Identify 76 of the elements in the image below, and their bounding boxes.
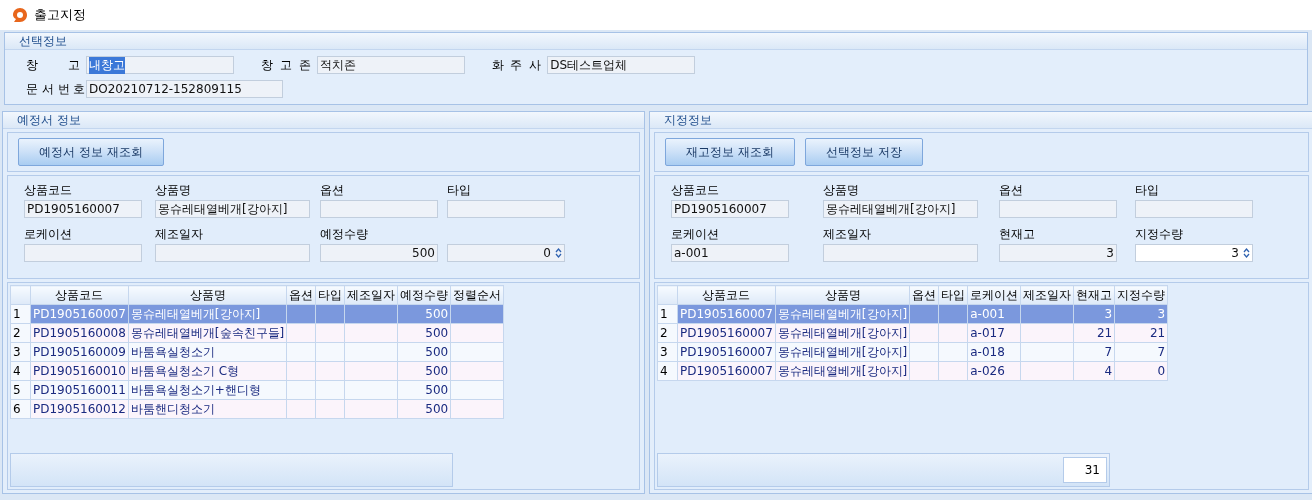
table-row[interactable]: 5 PD1905160011 바툼욕실청소기+핸디형 500 bbox=[10, 380, 504, 400]
toolbar-button[interactable]: 예정서 정보 재조회 bbox=[18, 138, 164, 166]
table-row[interactable]: 2 PD1905160008 몽슈레태열베개[숲속친구들] 500 bbox=[10, 323, 504, 343]
field-label: 옵션 bbox=[999, 182, 1024, 196]
column-header[interactable]: 제조일자 bbox=[344, 285, 398, 305]
input-field[interactable]: 적치존 bbox=[316, 56, 465, 74]
table-row[interactable]: 6 PD1905160012 바툼핸디청소기 500 bbox=[10, 399, 504, 419]
field-label: 현재고 bbox=[999, 226, 1036, 240]
total-field: 31 bbox=[1063, 457, 1107, 483]
field-label: 제조일자 bbox=[155, 226, 204, 240]
input-field[interactable] bbox=[1135, 200, 1253, 218]
spin-field[interactable]: 0 bbox=[447, 244, 565, 262]
input-field[interactable] bbox=[320, 200, 438, 218]
column-header[interactable]: 상품명 bbox=[775, 285, 910, 305]
input-field[interactable] bbox=[155, 244, 310, 262]
input-field[interactable]: 500 bbox=[320, 244, 438, 262]
table-row[interactable]: 3 PD1905160009 바툼욕실청소기 500 bbox=[10, 342, 504, 362]
column-header[interactable]: 현재고 bbox=[1073, 285, 1115, 305]
column-header[interactable]: 타입 bbox=[315, 285, 345, 305]
column-header[interactable]: 상품코드 bbox=[677, 285, 776, 305]
input-field[interactable]: a-001 bbox=[671, 244, 789, 262]
table-row[interactable]: 3 PD1905160007 몽슈레태열베개[강아지] a-018 7 7 bbox=[657, 342, 1168, 362]
table-row[interactable]: 4 PD1905160007 몽슈레태열베개[강아지] a-026 4 0 bbox=[657, 361, 1168, 381]
field-label: 창 고 bbox=[26, 56, 80, 74]
field-label: 상품코드 bbox=[671, 182, 720, 196]
panel-title: 지정정보 bbox=[650, 112, 1312, 129]
field-label: 제조일자 bbox=[823, 226, 872, 240]
table-row[interactable]: 4 PD1905160010 바툼욕실청소기 C형 500 bbox=[10, 361, 504, 381]
input-field[interactable]: DS테스트업체 bbox=[547, 56, 696, 74]
input-field[interactable]: 내창고 bbox=[86, 56, 234, 74]
group-title: 선택정보 bbox=[5, 33, 1307, 50]
window-title: 출고지정 bbox=[34, 6, 86, 24]
table-row[interactable]: 1 PD1905160007 몽슈레태열베개[강아지] 500 bbox=[10, 304, 504, 324]
toolbar-button[interactable]: 선택정보 저장 bbox=[804, 138, 923, 166]
header-cell bbox=[657, 285, 678, 305]
column-header[interactable]: 정렬순서 bbox=[450, 285, 504, 305]
field-label: 로케이션 bbox=[24, 226, 73, 240]
field-label: 상품명 bbox=[155, 182, 192, 196]
field-label: 타입 bbox=[447, 182, 472, 196]
column-header[interactable]: 제조일자 bbox=[1020, 285, 1074, 305]
table-row[interactable]: 2 PD1905160007 몽슈레태열베개[강아지] a-017 21 21 bbox=[657, 323, 1168, 343]
column-header[interactable]: 예정수량 bbox=[397, 285, 451, 305]
column-header[interactable]: 타입 bbox=[938, 285, 968, 305]
field-label: 예정수량 bbox=[320, 226, 369, 240]
header-cell bbox=[10, 285, 31, 305]
input-field[interactable] bbox=[999, 200, 1117, 218]
spinner-arrows-icon[interactable] bbox=[1243, 247, 1250, 259]
field-label: 지정수량 bbox=[1135, 226, 1184, 240]
column-header[interactable]: 로케이션 bbox=[967, 285, 1021, 305]
field-label: 타입 bbox=[1135, 182, 1160, 196]
field-label: 상품명 bbox=[823, 182, 860, 196]
input-field[interactable]: 3 bbox=[999, 244, 1117, 262]
panel-title: 예정서 정보 bbox=[3, 112, 644, 129]
column-header[interactable]: 옵션 bbox=[909, 285, 939, 305]
app-logo-icon bbox=[12, 7, 28, 23]
spinner-arrows-icon[interactable] bbox=[555, 247, 562, 259]
input-field[interactable]: 몽슈레태열베개[강아지] bbox=[823, 200, 978, 218]
table-row[interactable]: 1 PD1905160007 몽슈레태열베개[강아지] a-001 3 3 bbox=[657, 304, 1168, 324]
field-label: 창 고 존 bbox=[261, 56, 311, 74]
column-header[interactable]: 옵션 bbox=[286, 285, 316, 305]
input-field[interactable] bbox=[447, 200, 565, 218]
field-label: 상품코드 bbox=[24, 182, 73, 196]
input-field[interactable] bbox=[24, 244, 142, 262]
column-header[interactable]: 지정수량 bbox=[1114, 285, 1168, 305]
column-header[interactable]: 상품코드 bbox=[30, 285, 129, 305]
input-field[interactable]: PD1905160007 bbox=[24, 200, 142, 218]
toolbar-button[interactable]: 재고정보 재조회 bbox=[665, 138, 795, 166]
input-field[interactable]: PD1905160007 bbox=[671, 200, 789, 218]
spin-field[interactable]: 3 bbox=[1135, 244, 1253, 262]
input-field[interactable]: 몽슈레태열베개[강아지] bbox=[155, 200, 310, 218]
input-field[interactable] bbox=[823, 244, 978, 262]
field-label: 옵션 bbox=[320, 182, 345, 196]
field-label: 로케이션 bbox=[671, 226, 720, 240]
input-field[interactable]: DO20210712-152809115 bbox=[86, 80, 283, 98]
field-label: 화 주 사 bbox=[491, 56, 542, 74]
column-header[interactable]: 상품명 bbox=[128, 285, 287, 305]
